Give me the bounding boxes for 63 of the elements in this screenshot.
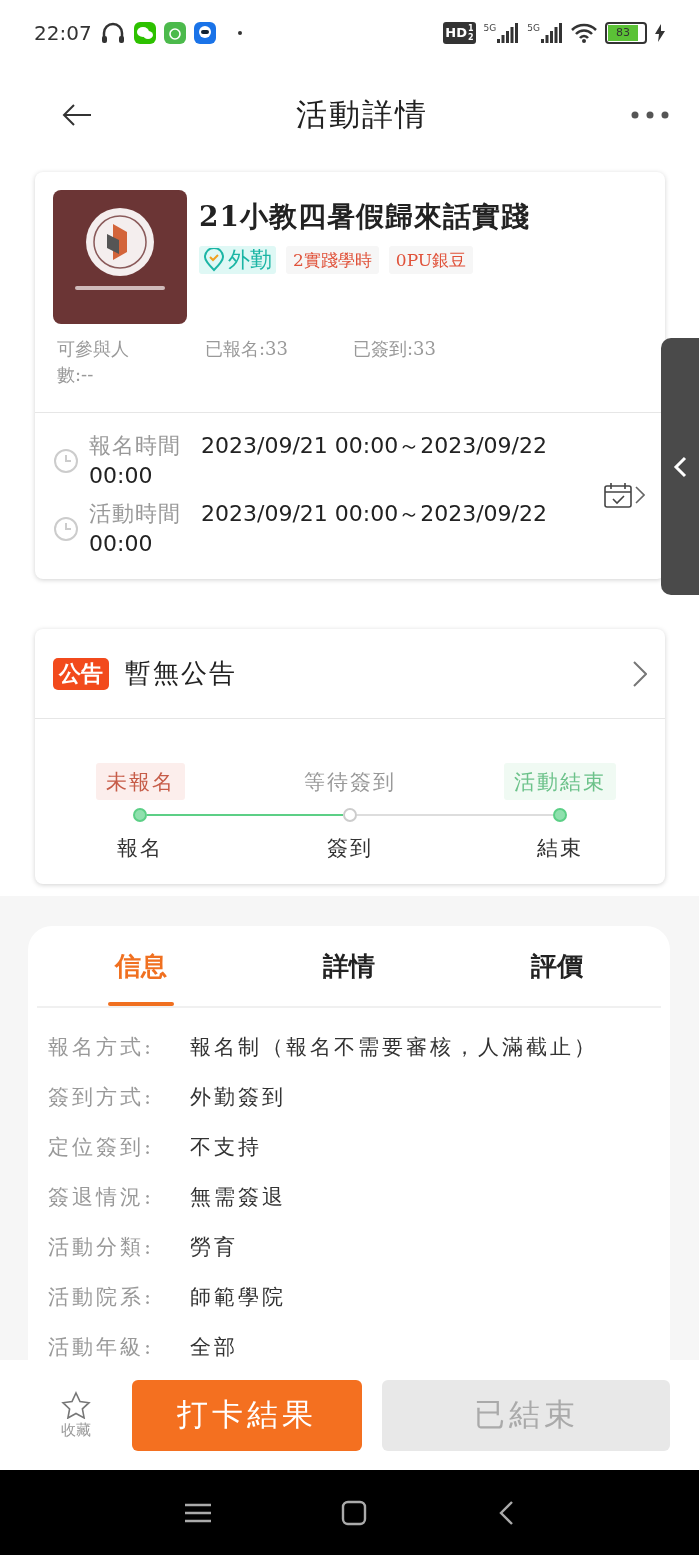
credit-tag: 0PU銀豆 [388, 246, 474, 274]
notice-text: 暫無公告 [125, 657, 238, 690]
ended-button: 已結束 [382, 1379, 670, 1451]
field-label: 活動院系: [48, 1284, 156, 1311]
stat-text: 已報名:33 [205, 337, 289, 361]
clock-icon [53, 448, 79, 474]
signal-icon [497, 22, 520, 43]
credit-tag: 2實踐學時 [286, 246, 379, 274]
clock-icon [53, 516, 79, 542]
app-icon [163, 21, 186, 44]
location-check-icon [203, 248, 225, 272]
check-in-tag: 外勤 [199, 246, 276, 274]
step-label: 簽到 [327, 835, 373, 862]
favorite-label: 收藏 [61, 1420, 91, 1440]
back-icon[interactable] [497, 1499, 514, 1526]
more-icon[interactable] [631, 111, 669, 119]
menu-icon[interactable] [185, 1502, 212, 1523]
field-label: 定位簽到: [48, 1134, 156, 1161]
field-value: 外勤簽到 [190, 1084, 286, 1111]
step-label: 結束 [537, 835, 583, 862]
stat-text: 可參與人數:-- [57, 337, 130, 387]
field-label: 簽退情況: [48, 1184, 156, 1211]
tab[interactable]: 評價 [453, 926, 661, 1006]
field-value: 報名制（報名不需要審核，人滿截止） [190, 1034, 598, 1061]
page-title: 活動詳情 [295, 95, 428, 134]
time-range-text: 活動時間 2023/09/21 00:00～2023/09/22 00:00 [89, 500, 548, 558]
status-tag: 等待簽到 [294, 763, 406, 800]
network-type: 5G [527, 22, 540, 33]
back-arrow-icon[interactable] [62, 104, 92, 126]
wifi-icon [571, 22, 597, 43]
robot-app-icon [193, 21, 216, 44]
field-label: 報名方式: [48, 1034, 156, 1061]
notice-row[interactable]: 公告 暫無公告 [35, 629, 665, 719]
field-value: 勞育 [190, 1234, 238, 1261]
battery-indicator: 83 [605, 21, 647, 44]
field-label: 活動分類: [48, 1234, 156, 1261]
activity-title: 21小教四暑假歸來話實踐 [199, 199, 530, 235]
headphones-icon [99, 20, 126, 45]
chevron-right-icon [633, 660, 647, 687]
star-icon[interactable] [61, 1390, 91, 1419]
tab[interactable]: 詳情 [245, 926, 453, 1006]
step-label: 報名 [117, 835, 163, 862]
notification-dot [237, 30, 242, 35]
time-range-text: 報名時間 2023/09/21 00:00～2023/09/22 00:00 [89, 432, 548, 490]
field-value: 師範學院 [190, 1284, 286, 1311]
status-tag: 活動結束 [504, 763, 616, 800]
home-icon[interactable] [341, 1499, 368, 1526]
field-value: 不支持 [190, 1134, 262, 1161]
network-type: 5G [483, 22, 497, 33]
status-tag: 未報名 [95, 763, 185, 800]
field-value: 無需簽退 [190, 1184, 286, 1211]
field-label: 簽到方式: [48, 1084, 156, 1111]
signal-icon [541, 22, 563, 43]
field-value: 全部 [190, 1334, 238, 1361]
chat-app-icon [133, 21, 156, 44]
notice-badge: 公告 [53, 657, 109, 690]
clock-time: 22:07 [34, 20, 92, 45]
chevron-left-icon [673, 455, 687, 478]
calendar-check-icon[interactable] [604, 482, 632, 508]
chevron-right-icon[interactable] [635, 486, 645, 504]
side-drawer-handle[interactable] [661, 338, 699, 595]
field-label: 活動年級: [48, 1334, 156, 1361]
stat-text: 已簽到:33 [353, 337, 437, 361]
